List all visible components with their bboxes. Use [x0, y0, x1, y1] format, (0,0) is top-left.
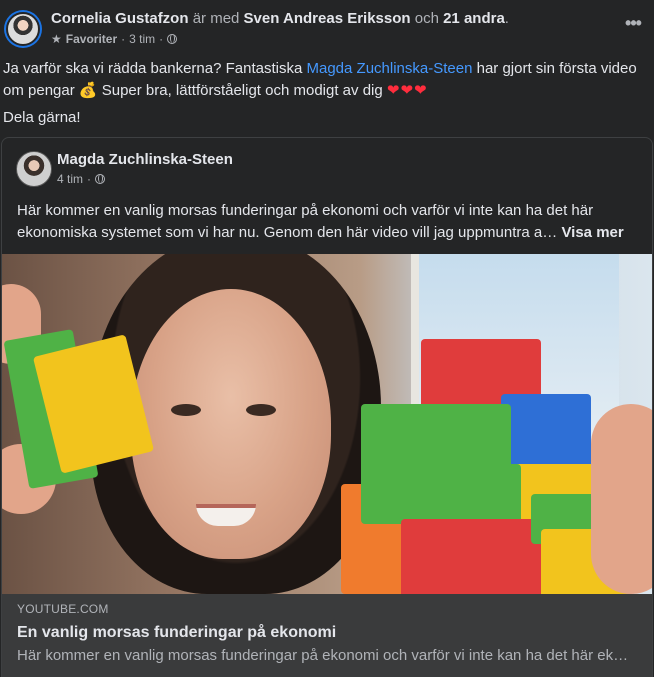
audience-label[interactable]: Favoriter	[66, 31, 117, 47]
post-text: Ja varför ska vi rädda bankerna? Fantast…	[3, 58, 643, 129]
author-name[interactable]: Cornelia Gustafzon	[51, 10, 189, 27]
post-text-part1: Ja varför ska vi rädda bankerna? Fantast…	[3, 60, 307, 77]
and-text: och	[414, 10, 439, 27]
mention-link[interactable]: Magda Zuchlinska-Steen	[307, 60, 473, 77]
post-header-title: Cornelia Gustafzon är med Sven Andreas E…	[51, 9, 509, 28]
others-link[interactable]: 21 andra	[443, 10, 505, 27]
green-block-middle	[361, 464, 521, 524]
shared-body: Här kommer en vanlig morsas funderingar …	[17, 202, 594, 241]
link-title[interactable]: En vanlig morsas funderingar på ekonomi	[17, 623, 336, 643]
with-text: är med	[192, 10, 240, 27]
shared-meta: 4 tim ·	[57, 172, 106, 186]
blue-block	[501, 394, 591, 474]
star-icon: ★	[51, 32, 62, 46]
shared-post[interactable]: Magda Zuchlinska-Steen 4 tim · Här komme…	[1, 137, 653, 677]
more-options-icon[interactable]: •••	[622, 14, 644, 36]
link-domain: YOUTUBE.COM	[17, 602, 109, 616]
meta-dot-2: ·	[159, 32, 164, 46]
meta-dot: ·	[121, 32, 126, 46]
shared-author-avatar[interactable]	[16, 151, 52, 187]
tagged-person[interactable]: Sven Andreas Eriksson	[244, 10, 411, 27]
post-text-share: Dela gärna!	[3, 109, 81, 126]
post-header: Cornelia Gustafzon är med Sven Andreas E…	[0, 0, 654, 56]
eye-left	[171, 404, 201, 416]
shared-meta-dot: ·	[87, 172, 92, 186]
post-meta: ★ Favoriter · 3 tim ·	[51, 31, 178, 47]
see-more-link[interactable]: Visa mer	[561, 224, 623, 241]
video-thumbnail[interactable]	[2, 254, 652, 594]
eye-right	[246, 404, 276, 416]
shared-text: Här kommer en vanlig morsas funderingar …	[17, 200, 637, 244]
shared-author-name[interactable]: Magda Zuchlinska-Steen	[57, 150, 233, 169]
period: .	[504, 10, 509, 27]
red-block-bottom	[401, 519, 551, 594]
link-preview[interactable]: YOUTUBE.COM En vanlig morsas funderingar…	[2, 594, 652, 677]
link-description: Här kommer en vanlig morsas funderingar …	[17, 647, 629, 664]
right-hand	[591, 404, 652, 594]
author-avatar[interactable]	[4, 10, 42, 48]
hearts-emoji: ❤❤❤	[386, 82, 428, 99]
globe-icon[interactable]	[95, 174, 106, 184]
shared-time[interactable]: 4 tim	[57, 172, 83, 186]
globe-icon[interactable]	[167, 34, 178, 44]
post-time[interactable]: 3 tim	[129, 31, 155, 47]
